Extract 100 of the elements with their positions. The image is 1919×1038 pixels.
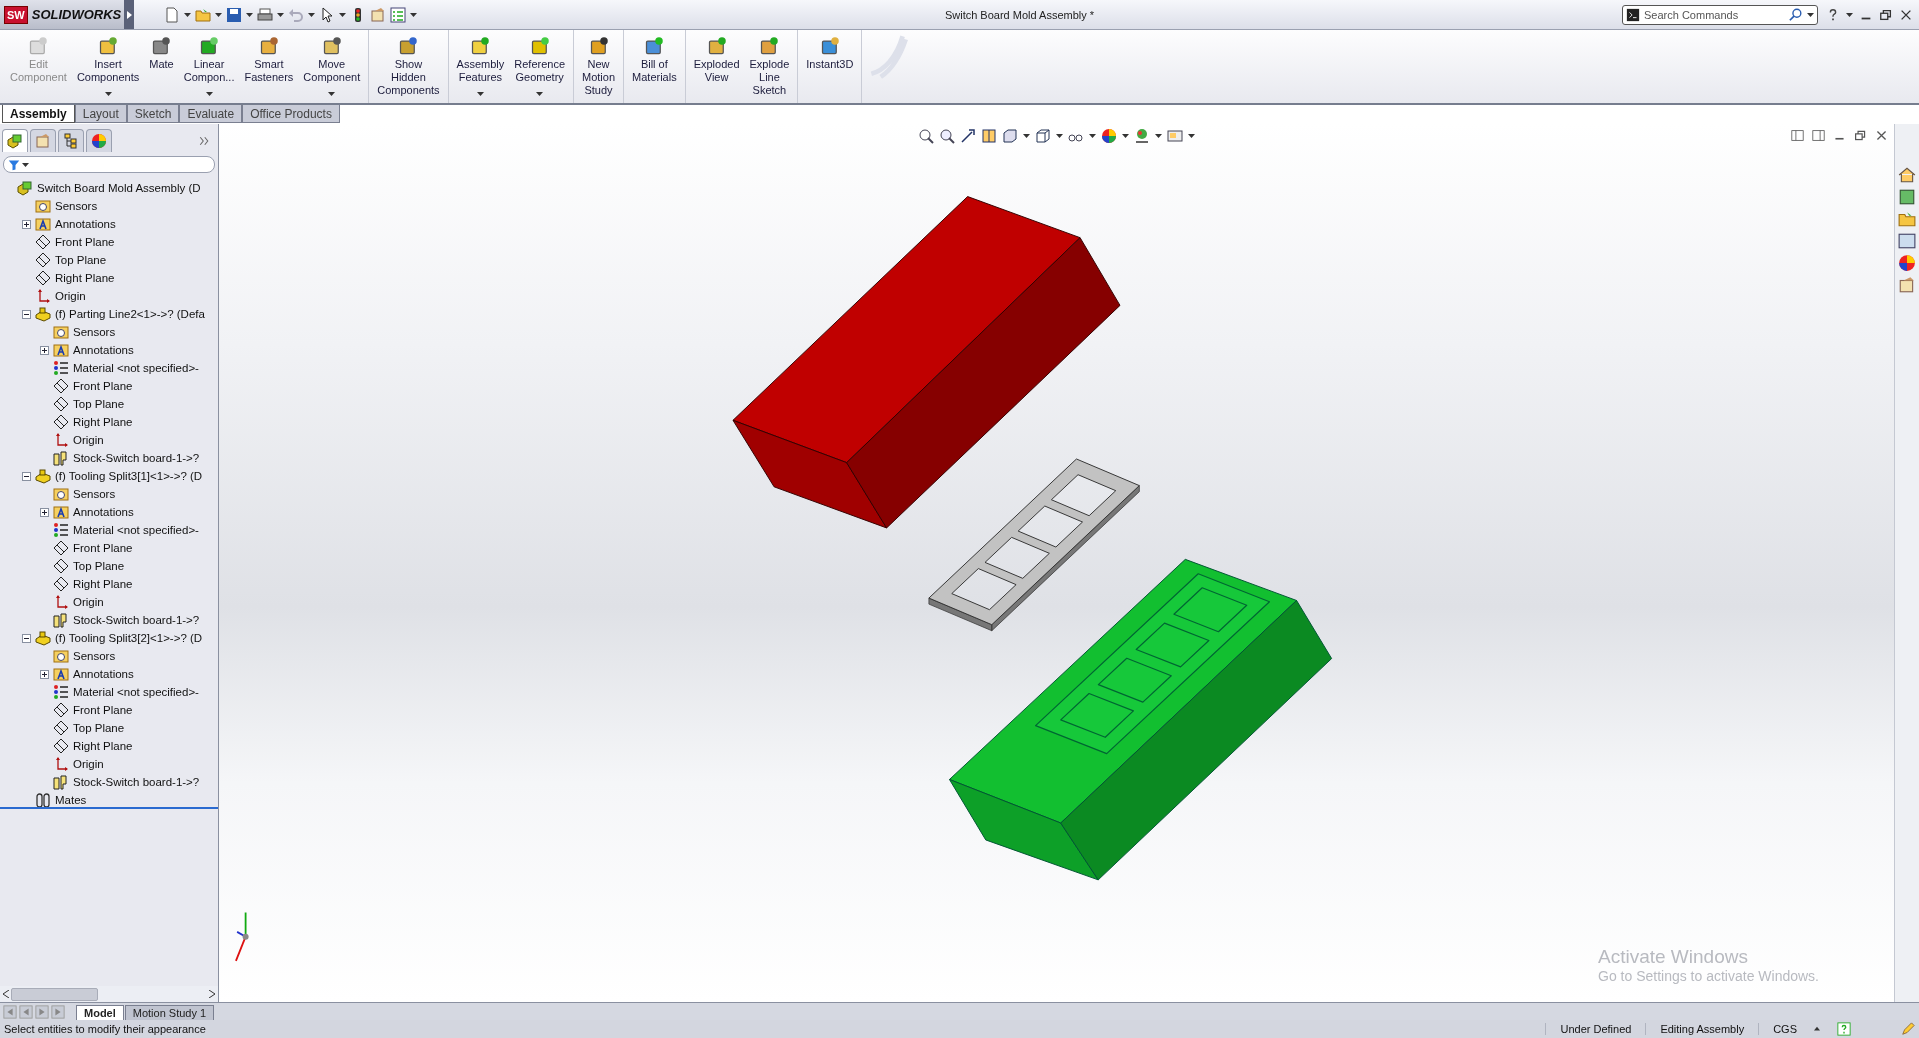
ribbon-tab[interactable]: Layout (74, 105, 127, 123)
ribbon-tab[interactable]: Office Products (242, 105, 340, 123)
caret-icon[interactable] (1122, 134, 1129, 138)
caret-icon[interactable] (22, 162, 29, 167)
caret-icon[interactable] (1188, 134, 1195, 138)
dropdown-caret-icon[interactable] (205, 92, 213, 96)
dropdown-caret-icon[interactable] (476, 92, 484, 96)
ribbon-tab[interactable]: Assembly (2, 105, 75, 123)
tree-item-label[interactable]: Front Plane (73, 380, 133, 392)
tree-item-label[interactable]: Material <not specified>- (73, 686, 199, 698)
caret-icon[interactable] (1089, 134, 1096, 138)
tree-item-label[interactable]: Sensors (73, 650, 116, 662)
home-icon[interactable] (1898, 166, 1916, 184)
save-icon[interactable] (226, 6, 242, 23)
search-icon[interactable] (1789, 7, 1803, 22)
caret-icon[interactable] (215, 12, 222, 17)
tree-item-label[interactable]: Switch Board Mold Assembly (D (37, 182, 201, 194)
display-style-icon[interactable] (1035, 128, 1051, 144)
caret-icon[interactable] (246, 12, 253, 17)
toolbar-button[interactable]: Smart Fasteners (239, 34, 299, 100)
toolbar-button[interactable]: Move Component (298, 34, 366, 100)
panel-tab[interactable] (58, 129, 84, 152)
tree-item-label[interactable]: Annotations (73, 344, 134, 356)
tree-item-label[interactable]: Right Plane (55, 272, 115, 284)
tree-item-label[interactable]: Origin (55, 290, 86, 302)
printer-icon[interactable] (257, 6, 273, 23)
tile-right-icon[interactable] (1812, 129, 1825, 142)
dropdown-caret-icon[interactable] (104, 92, 112, 96)
tree-item-label[interactable]: (f) Tooling Split3[2]<1>->? (D (55, 632, 203, 644)
previous-view-icon[interactable] (960, 128, 976, 144)
tree-item-label[interactable]: Stock-Switch board-1->? (73, 452, 200, 464)
tree-item-label[interactable]: Front Plane (73, 542, 133, 554)
tree-item-label[interactable]: Stock-Switch board-1->? (73, 614, 200, 626)
expand-toggle[interactable] (22, 633, 31, 643)
caret-icon[interactable] (1155, 134, 1162, 138)
caret-icon[interactable] (308, 12, 315, 17)
tree-item-label[interactable]: Top Plane (55, 254, 107, 266)
tree-item-label[interactable]: Top Plane (73, 722, 125, 734)
tree-item-label[interactable]: Top Plane (73, 560, 125, 572)
caret-icon[interactable] (1846, 12, 1853, 17)
toolbar-button[interactable]: Assembly Features (451, 34, 510, 100)
tree-item-label[interactable]: Front Plane (55, 236, 115, 248)
caret-icon[interactable] (1023, 134, 1030, 138)
scroll-right-icon[interactable] (209, 990, 215, 998)
expand-toggle[interactable] (40, 507, 49, 517)
search-box[interactable]: Search Commands (1622, 4, 1818, 25)
caret-icon[interactable] (1056, 134, 1063, 138)
caret-icon[interactable] (1807, 12, 1814, 17)
panel-tab[interactable] (2, 129, 28, 152)
expand-toggle[interactable] (22, 309, 31, 319)
toolbar-button[interactable]: Instant3D (801, 34, 859, 100)
toolbar-button[interactable]: Linear Compon... (178, 34, 240, 100)
expand-toggle[interactable] (40, 669, 49, 679)
tree-item-label[interactable]: Top Plane (73, 398, 125, 410)
tree-item-label[interactable]: Origin (73, 596, 104, 608)
appearance-icon[interactable] (1101, 128, 1117, 144)
tree-item-label[interactable]: Right Plane (73, 740, 133, 752)
tree-item-label[interactable]: Mates (55, 794, 87, 806)
tree-item-label[interactable]: (f) Parting Line2<1>->? (Defa (55, 308, 205, 320)
toolbar-button[interactable]: Insert Components (71, 34, 145, 100)
panel-tab[interactable] (86, 129, 112, 152)
scroll-left-icon[interactable] (3, 990, 9, 998)
toolbar-button[interactable]: Exploded View (688, 34, 745, 100)
folder-icon[interactable] (1898, 210, 1916, 228)
tree-item-label[interactable]: Annotations (55, 218, 116, 230)
filter-field[interactable] (3, 156, 215, 173)
property-icon[interactable] (1898, 276, 1916, 294)
expand-panel-icon[interactable] (198, 134, 210, 147)
tree-item-label[interactable]: Right Plane (73, 578, 133, 590)
section-view-icon[interactable] (981, 128, 997, 144)
tree-item-label[interactable]: (f) Tooling Split3[1]<1>->? (D (55, 470, 203, 482)
caret-icon[interactable] (410, 12, 417, 17)
view-settings-icon[interactable] (1167, 128, 1183, 144)
expand-toggle[interactable] (22, 219, 31, 229)
toolbar-button[interactable]: Mate (144, 34, 179, 100)
expand-toggle[interactable] (40, 345, 49, 355)
horizontal-scrollbar[interactable] (0, 986, 218, 1002)
tree-item-label[interactable]: Front Plane (73, 704, 133, 716)
restore-icon[interactable] (1854, 129, 1867, 142)
expand-toggle[interactable] (22, 471, 31, 481)
checklist-icon[interactable] (390, 6, 406, 23)
logo[interactable]: SW SOLIDWORKS (0, 0, 124, 29)
caret-icon[interactable] (277, 12, 284, 17)
model-tab[interactable]: Motion Study 1 (124, 1005, 215, 1020)
ribbon-tab[interactable]: Sketch (126, 105, 180, 123)
scene-icon[interactable] (1134, 128, 1150, 144)
tree-item-label[interactable]: Material <not specified>- (73, 524, 199, 536)
toolbar-button[interactable]: Show Hidden Components (372, 34, 445, 100)
toolbar-button[interactable]: Explode Line Sketch (744, 34, 795, 100)
tree-item-label[interactable]: Sensors (73, 326, 116, 338)
ribbon-tab[interactable]: Evaluate (179, 105, 243, 123)
tree-item-label[interactable]: Right Plane (73, 416, 133, 428)
close-icon[interactable] (1875, 129, 1888, 142)
dropdown-caret-icon[interactable] (328, 92, 336, 96)
toolbar-button[interactable]: Reference Geometry (509, 34, 571, 100)
caret-icon[interactable] (339, 12, 346, 17)
zoom-area-icon[interactable] (939, 128, 955, 144)
tree-item-label[interactable]: Stock-Switch board-1->? (73, 776, 200, 788)
tree-item-label[interactable]: Sensors (55, 200, 98, 212)
tree-item-label[interactable]: Annotations (73, 668, 134, 680)
